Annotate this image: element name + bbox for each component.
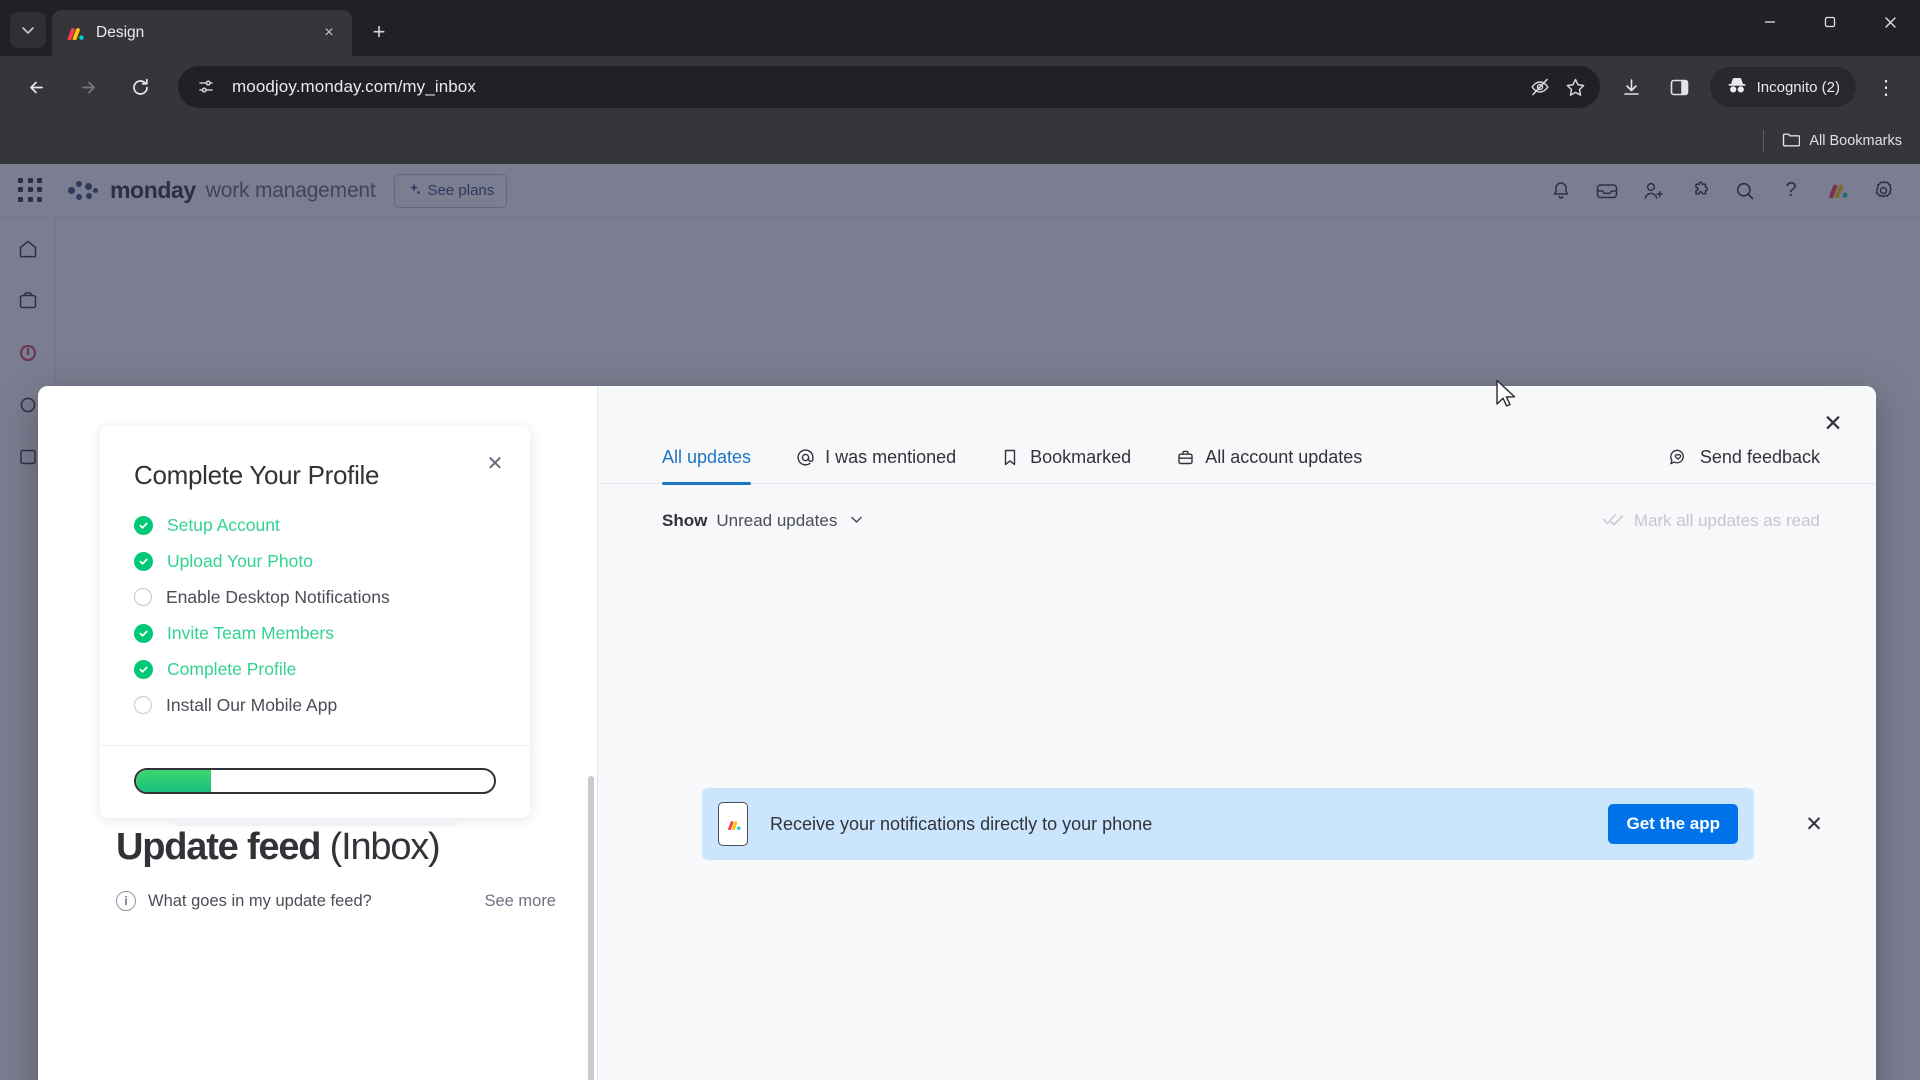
tab-i-was-mentioned[interactable]: I was mentioned [795, 432, 956, 484]
profile-card-title: Complete Your Profile [134, 460, 380, 490]
page-title-light: (Inbox) [329, 826, 441, 868]
checklist-label: Setup Account [167, 514, 280, 535]
mark-all-read-button[interactable]: Mark all updates as read [1602, 511, 1820, 531]
checklist-item-complete-profile[interactable]: Complete Profile [134, 651, 496, 687]
banner-close-icon[interactable]: ✕ [1800, 810, 1828, 838]
all-bookmarks-label: All Bookmarks [1809, 133, 1902, 149]
tab-search-button[interactable] [10, 12, 46, 48]
get-the-app-banner: Receive your notifications directly to y… [702, 788, 1823, 860]
briefcase-icon [1175, 448, 1195, 468]
tab-all-account-updates[interactable]: All account updates [1175, 432, 1362, 484]
checklist-label: Install Our Mobile App [166, 694, 338, 715]
send-feedback-label: Send feedback [1699, 447, 1820, 467]
at-mention-icon [795, 448, 815, 468]
divider [1763, 130, 1765, 152]
show-filter-value[interactable]: Unread updates [716, 511, 837, 531]
modal-left-panel: ✕ Complete Your Profile Setup Account Up… [38, 386, 598, 1080]
inbox-tabs: All updates I was mentioned Bookmarked A… [598, 432, 1876, 485]
inbox-modal: ✕ Complete Your Profile Setup Account Up… [38, 386, 1876, 1080]
address-bar-url[interactable]: moodjoy.monday.com/my_inbox [220, 77, 1522, 97]
left-panel-scrollbar[interactable] [588, 776, 594, 1080]
address-bar[interactable]: moodjoy.monday.com/my_inbox [178, 66, 1600, 108]
monday-phone-icon [718, 802, 748, 846]
browser-toolbar: moodjoy.monday.com/my_inbox Incognito (2… [0, 56, 1920, 118]
incognito-profile-button[interactable]: Incognito (2) [1709, 67, 1856, 107]
show-label: Show [662, 511, 708, 530]
banner-text: Receive your notifications directly to y… [770, 813, 1153, 834]
see-more-link[interactable]: See more [484, 892, 556, 911]
profile-progress-section [100, 745, 530, 818]
browser-menu-icon[interactable]: ⋮ [1865, 66, 1907, 108]
bookmark-icon [1000, 448, 1020, 468]
new-tab-button[interactable]: + [362, 16, 396, 50]
window-minimize-button[interactable] [1740, 0, 1800, 44]
folder-icon [1782, 132, 1801, 151]
tab-all-updates[interactable]: All updates [662, 432, 752, 485]
monday-logo-icon [64, 23, 84, 43]
chevron-down-icon[interactable] [849, 512, 864, 530]
all-bookmarks-button[interactable]: All Bookmarks [1782, 132, 1902, 151]
bookmarks-bar: All Bookmarks [0, 118, 1920, 164]
send-feedback-button[interactable]: Send feedback [1668, 447, 1820, 468]
window-close-button[interactable] [1860, 0, 1920, 44]
browser-window: Design × + moodjoy.monday.com/my_inbox I… [0, 0, 1920, 1080]
get-the-app-button[interactable]: Get the app [1608, 804, 1738, 844]
tab-close-icon[interactable]: × [318, 22, 340, 44]
page-title: Update feed (Inbox) [116, 826, 556, 869]
inbox-filter-row: Show Unread updates Mark all updates as … [662, 504, 1820, 538]
feedback-chat-icon [1668, 448, 1688, 468]
check-icon [134, 659, 153, 679]
modal-right-panel: ✕ All updates I was mentioned Bookmarked… [598, 386, 1876, 1080]
profile-progress-fill [136, 770, 212, 792]
profile-card-close-icon[interactable]: ✕ [482, 450, 508, 476]
double-check-icon [1602, 511, 1624, 531]
checklist-label: Upload Your Photo [167, 550, 313, 571]
update-feed-question: What goes in my update feed? [148, 891, 372, 910]
checklist-item-setup-account[interactable]: Setup Account [134, 507, 496, 543]
profile-progress-bar [134, 768, 496, 794]
check-icon [134, 551, 153, 571]
page-title-bold: Update feed [116, 826, 330, 868]
update-feed-header: Update feed (Inbox) i What goes in my up… [116, 826, 556, 911]
checklist-item-desktop-notifications[interactable]: Enable Desktop Notifications [134, 579, 496, 615]
incognito-label: Incognito (2) [1756, 78, 1840, 96]
page-settings-icon[interactable] [192, 73, 220, 101]
checklist-label: Complete Profile [167, 658, 297, 679]
info-icon: i [116, 891, 136, 911]
back-button[interactable] [14, 65, 58, 109]
checklist-item-invite-team[interactable]: Invite Team Members [134, 615, 496, 651]
tab-label: I was mentioned [825, 447, 957, 467]
checklist-label: Enable Desktop Notifications [166, 586, 390, 607]
tab-label: All updates [662, 447, 752, 467]
side-panel-icon[interactable] [1659, 66, 1701, 108]
download-icon[interactable] [1611, 66, 1653, 108]
profile-checklist: Setup Account Upload Your Photo Enable D… [134, 507, 496, 723]
empty-circle-icon [134, 588, 152, 606]
tab-strip: Design × + [0, 0, 1920, 56]
incognito-hat-icon [1726, 76, 1748, 98]
check-icon [134, 623, 153, 643]
eye-off-icon[interactable] [1522, 69, 1558, 105]
card-stack-shadow [172, 818, 458, 826]
tab-title: Design [96, 24, 145, 41]
checklist-item-mobile-app[interactable]: Install Our Mobile App [134, 687, 496, 723]
browser-tab[interactable]: Design × [52, 10, 352, 56]
star-icon[interactable] [1558, 69, 1594, 105]
mouse-cursor [1496, 379, 1516, 407]
window-maximize-button[interactable] [1800, 0, 1860, 44]
checklist-label: Invite Team Members [167, 622, 334, 643]
forward-button[interactable] [66, 65, 110, 109]
window-controls [1740, 0, 1920, 56]
page-content: monday work management See plans [0, 164, 1920, 1080]
tab-bookmarked[interactable]: Bookmarked [1000, 432, 1131, 484]
reload-button[interactable] [118, 65, 162, 109]
check-icon [134, 515, 153, 535]
checklist-item-upload-photo[interactable]: Upload Your Photo [134, 543, 496, 579]
complete-profile-card: ✕ Complete Your Profile Setup Account Up… [100, 426, 530, 826]
tab-label: Bookmarked [1030, 447, 1132, 467]
update-feed-subrow: i What goes in my update feed? See more [116, 891, 556, 911]
empty-circle-icon [134, 696, 152, 714]
tab-label: All account updates [1205, 447, 1363, 467]
mark-all-read-label: Mark all updates as read [1633, 511, 1820, 530]
